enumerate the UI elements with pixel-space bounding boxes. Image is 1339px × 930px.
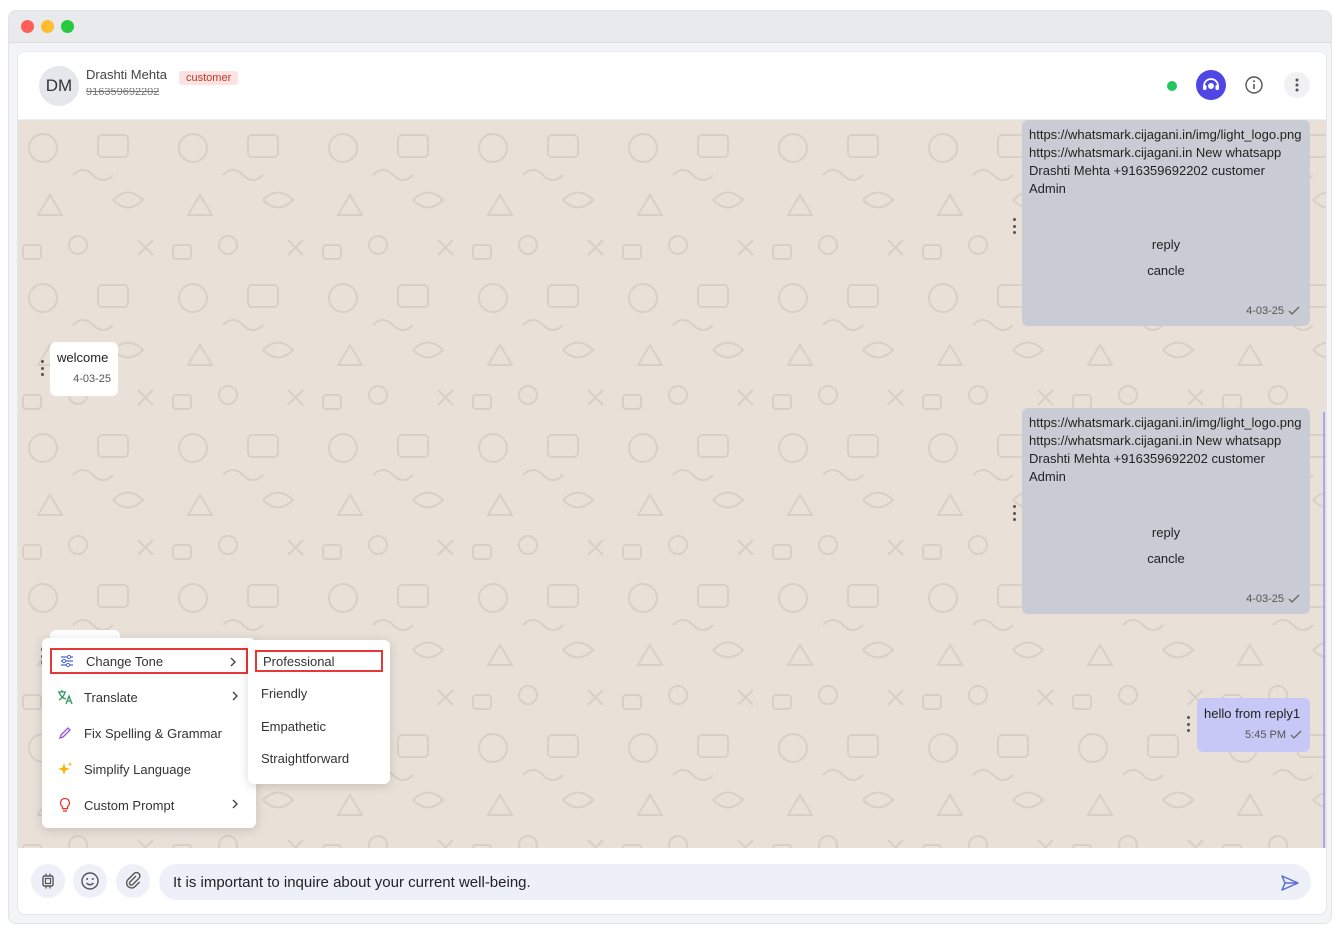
message-text: hello from reply1 xyxy=(1204,706,1301,721)
menu-item-custom-prompt[interactable]: Custom Prompt xyxy=(50,792,248,818)
sparkle-icon xyxy=(56,760,74,778)
avatar[interactable]: DM xyxy=(39,66,79,106)
close-window-button[interactable] xyxy=(21,20,34,33)
menu-item-label: Change Tone xyxy=(86,653,164,669)
reply-button[interactable]: reply xyxy=(1022,524,1310,542)
sliders-icon xyxy=(58,652,76,670)
menu-item-label: Custom Prompt xyxy=(84,797,175,813)
title-bar xyxy=(9,11,1331,43)
menu-item-translate[interactable]: Translate xyxy=(50,684,248,710)
menu-item-label: Simplify Language xyxy=(84,761,191,777)
message-timestamp: 5:45 PM xyxy=(1245,729,1286,741)
tone-option-empathetic[interactable]: Empathetic xyxy=(255,715,383,737)
outgoing-message: hello from reply1 5:45 PM xyxy=(1197,698,1310,752)
message-timestamp: 4-03-25 xyxy=(73,373,111,385)
message-time: 5:45 PM xyxy=(1245,726,1302,744)
message-composer xyxy=(18,848,1326,914)
status-badge: customer xyxy=(179,71,239,85)
maximize-window-button[interactable] xyxy=(61,20,74,33)
outgoing-message: https://whatsmark.cijagani.in/img/light_… xyxy=(1022,120,1310,326)
incoming-message: welcome 4-03-25 xyxy=(50,342,118,396)
headset-icon xyxy=(1203,78,1219,90)
cancel-button[interactable]: cancle xyxy=(1022,262,1310,280)
tone-option-professional[interactable]: Professional xyxy=(255,650,383,672)
online-status-icon xyxy=(1167,81,1177,91)
tone-option-friendly[interactable]: Friendly xyxy=(255,682,383,704)
message-time: 4-03-25 xyxy=(1246,302,1300,320)
info-button[interactable] xyxy=(1241,72,1267,98)
ai-assist-menu: Change Tone Translate Fix Spelling & Gra… xyxy=(42,638,256,828)
contact-phone: 916359692202 xyxy=(86,88,160,96)
message-timestamp: 4-03-25 xyxy=(1246,593,1284,605)
cancel-button[interactable]: cancle xyxy=(1022,550,1310,568)
message-options-icon[interactable] xyxy=(1185,716,1191,732)
tone-option-straightforward[interactable]: Straightforward xyxy=(255,747,383,769)
menu-item-fix-spelling[interactable]: Fix Spelling & Grammar xyxy=(50,720,248,746)
more-vertical-icon xyxy=(1295,78,1299,92)
message-text: https://whatsmark.cijagani.in/img/light_… xyxy=(1029,127,1302,196)
smiley-icon xyxy=(81,872,99,890)
message-options-icon[interactable] xyxy=(39,360,45,376)
menu-item-label: Fix Spelling & Grammar xyxy=(84,725,222,741)
support-agent-button[interactable] xyxy=(1196,70,1226,100)
chat-panel: DM Drashti Mehta 916359692202 customer h… xyxy=(17,51,1327,915)
send-icon xyxy=(1281,875,1299,891)
check-icon xyxy=(1288,594,1300,603)
message-input[interactable] xyxy=(159,864,1259,900)
attach-button[interactable] xyxy=(116,864,150,898)
emoji-button[interactable] xyxy=(73,864,107,898)
reply-button[interactable]: reply xyxy=(1022,236,1310,254)
chat-header: DM Drashti Mehta 916359692202 customer xyxy=(18,52,1326,120)
paperclip-icon xyxy=(125,871,141,889)
more-options-button[interactable] xyxy=(1284,72,1310,98)
lightbulb-icon xyxy=(56,796,74,814)
minimize-window-button[interactable] xyxy=(41,20,54,33)
menu-item-label: Translate xyxy=(84,689,138,705)
chevron-right-icon xyxy=(232,691,238,701)
message-time: 4-03-25 xyxy=(1246,590,1300,608)
message-options-icon[interactable] xyxy=(1011,505,1017,521)
message-text: welcome xyxy=(57,350,109,365)
check-icon xyxy=(1290,730,1302,739)
tone-submenu: Professional Friendly Empathetic Straigh… xyxy=(248,640,390,784)
menu-item-change-tone[interactable]: Change Tone xyxy=(50,648,248,674)
pencil-icon xyxy=(56,724,74,742)
message-timestamp: 4-03-25 xyxy=(1246,305,1284,317)
info-icon xyxy=(1245,76,1263,94)
menu-item-simplify-language[interactable]: Simplify Language xyxy=(50,756,248,782)
chip-icon xyxy=(42,873,54,889)
message-input-container xyxy=(159,864,1311,900)
chevron-right-icon xyxy=(230,657,236,667)
app-window: DM Drashti Mehta 916359692202 customer h… xyxy=(8,10,1332,924)
check-icon xyxy=(1288,306,1300,315)
message-list[interactable]: https://whatsmark.cijagani.in/img/light_… xyxy=(18,120,1326,848)
translate-icon xyxy=(56,688,74,706)
send-button[interactable] xyxy=(1279,872,1301,894)
ai-assist-button[interactable] xyxy=(31,864,65,898)
message-text: https://whatsmark.cijagani.in/img/light_… xyxy=(1029,415,1302,484)
outgoing-message: https://whatsmark.cijagani.in/img/light_… xyxy=(1022,408,1310,614)
contact-name: Drashti Mehta xyxy=(86,70,167,80)
scrollbar[interactable] xyxy=(1323,412,1325,848)
chevron-right-icon xyxy=(232,799,238,809)
message-options-icon[interactable] xyxy=(1011,218,1017,234)
